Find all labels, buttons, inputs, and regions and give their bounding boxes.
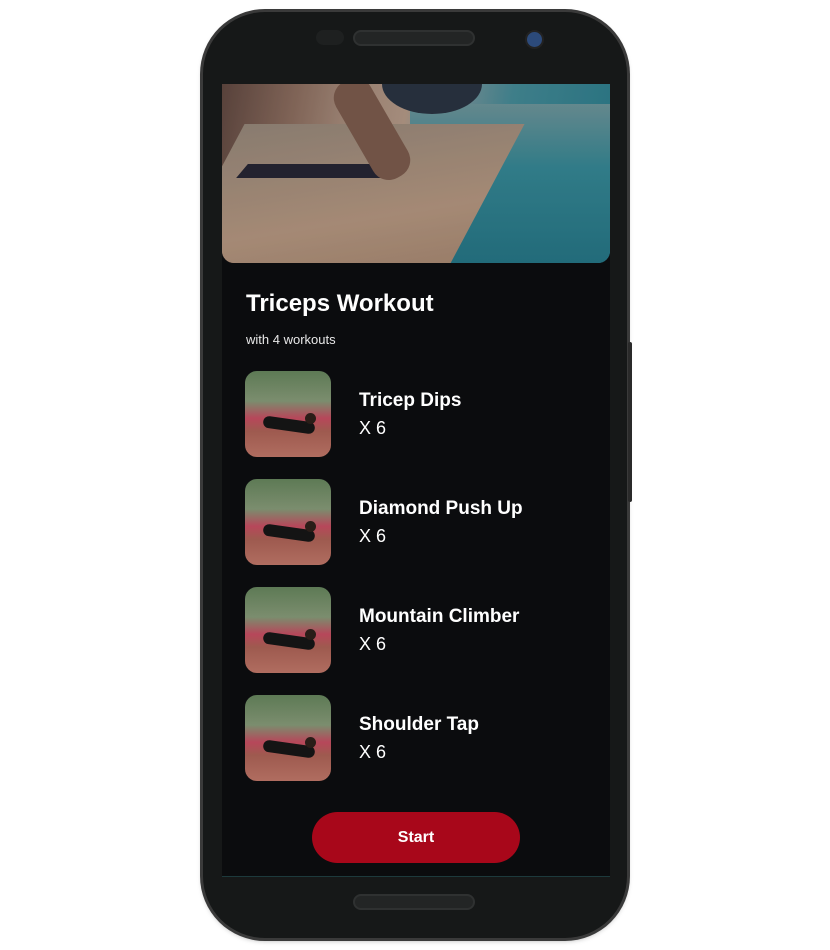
exercise-reps: X 6 [359,418,387,438]
exercise-name: Tricep Dips [359,390,462,411]
exercise-reps: X 6 [359,742,387,762]
exercise-name: Diamond Push Up [359,498,523,519]
exercise-reps: X 6 [359,526,387,546]
hero-image [222,84,610,263]
exercise-thumbnail [245,371,331,457]
exercise-item[interactable]: Diamond Push Up X 6 [245,479,585,565]
exercise-thumbnail [245,479,331,565]
workout-subtitle: with 4 workouts [246,332,336,347]
side-button [628,342,632,502]
exercise-item[interactable]: Mountain Climber X 6 [245,587,585,673]
proximity-sensor [316,30,344,45]
exercise-name: Shoulder Tap [359,714,479,735]
exercise-reps: X 6 [359,634,387,654]
workout-title: Triceps Workout [246,290,434,317]
exercise-item[interactable]: Shoulder Tap X 6 [245,695,585,781]
earpiece-speaker [353,30,475,46]
exercise-thumbnail [245,695,331,781]
exercise-item[interactable]: Tricep Dips X 6 [245,371,585,457]
front-camera-icon [525,30,544,49]
exercise-name: Mountain Climber [359,606,520,627]
exercise-thumbnail [245,587,331,673]
app-screen: Triceps Workout with 4 workouts Tricep D… [222,84,610,877]
start-button[interactable]: Start [312,812,520,863]
bottom-speaker [353,894,475,910]
